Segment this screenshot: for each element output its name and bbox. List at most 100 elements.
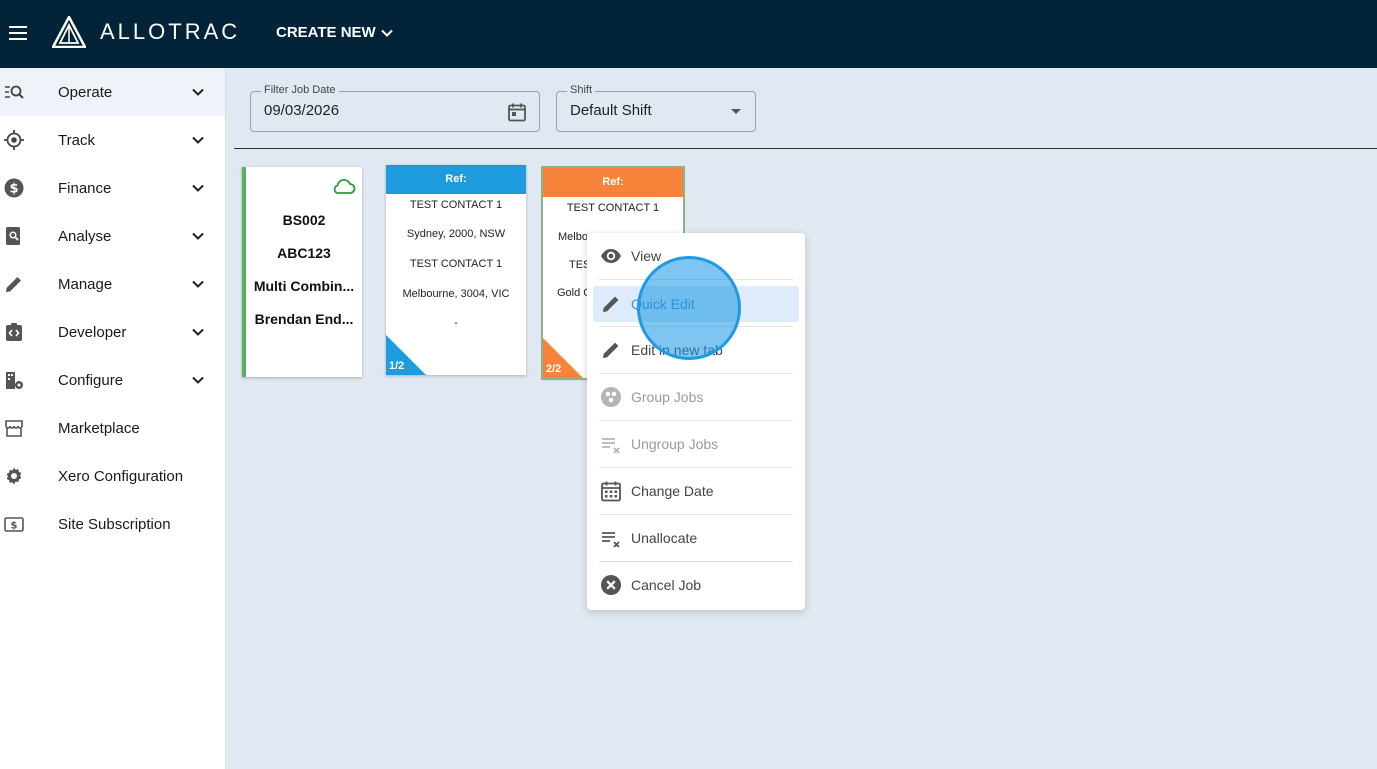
sidebar-item-xero-configuration[interactable]: Xero Configuration xyxy=(0,452,225,500)
sidebar-item-label: Analyse xyxy=(58,227,112,245)
filter-job-date-value[interactable]: 09/03/2026 xyxy=(264,102,339,119)
list-remove-icon xyxy=(600,527,622,549)
calendar-icon xyxy=(600,480,622,502)
location-target-icon xyxy=(4,130,24,150)
sidebar-item-marketplace[interactable]: Marketplace xyxy=(0,404,225,452)
job-card[interactable]: Ref: TEST CONTACT 1 Sydney, 2000, NSW TE… xyxy=(386,165,526,375)
sidebar-item-label: Marketplace xyxy=(58,419,140,437)
cancel-circle-icon xyxy=(600,574,622,596)
sidebar-item-label: Operate xyxy=(58,83,113,101)
filter-job-date-field[interactable]: Filter Job Date 09/03/2026 xyxy=(250,84,540,132)
menu-item-change-date[interactable]: Change Date xyxy=(593,473,799,509)
job-extra: - xyxy=(454,317,458,329)
eye-icon xyxy=(600,245,622,267)
job-context-menu: View Quick Edit Edit in new tab Group Jo… xyxy=(587,233,805,610)
vehicle-card[interactable]: BS002 ABC123 Multi Combin... Brendan End… xyxy=(242,167,362,377)
calendar-icon[interactable] xyxy=(507,102,527,122)
menu-separator xyxy=(599,514,793,515)
dollar-bill-icon: $ xyxy=(4,514,24,534)
group-circles-icon xyxy=(600,386,622,408)
menu-item-edit-in-new-tab[interactable]: Edit in new tab xyxy=(593,332,799,368)
shift-value[interactable]: Default Shift xyxy=(570,102,652,119)
building-gear-icon xyxy=(4,370,24,390)
sidebar-item-manage[interactable]: Manage xyxy=(0,260,225,308)
menu-separator xyxy=(599,279,793,280)
allotrac-logo[interactable]: ALLOTRAC xyxy=(52,16,240,48)
storefront-icon xyxy=(4,418,24,438)
sidebar-item-label: Track xyxy=(58,131,95,149)
top-app-bar: ALLOTRAC CREATE NEW xyxy=(0,0,1377,68)
menu-item-ungroup-jobs[interactable]: Ungroup Jobs xyxy=(593,426,799,462)
job-delivery-address: Melbourne, 3004, VIC xyxy=(402,288,510,300)
menu-item-unallocate[interactable]: Unallocate xyxy=(593,520,799,556)
shift-select[interactable]: Shift Default Shift xyxy=(556,84,756,132)
chevron-down-icon xyxy=(192,280,204,288)
svg-text:$: $ xyxy=(9,182,18,197)
sidebar-item-label: Finance xyxy=(58,179,112,197)
chevron-down-icon xyxy=(192,376,204,384)
menu-hamburger-icon[interactable] xyxy=(9,26,27,40)
pencil-icon xyxy=(600,293,622,315)
vehicle-code: BS002 xyxy=(282,212,326,228)
sidebar-item-label: Manage xyxy=(58,275,113,293)
vehicle-type: Multi Combin... xyxy=(253,278,355,294)
filter-divider xyxy=(234,148,1377,149)
sidebar-item-operate[interactable]: Operate xyxy=(0,68,225,116)
filter-job-date-label: Filter Job Date xyxy=(261,84,339,96)
list-remove-icon xyxy=(600,433,622,455)
create-new-label: CREATE NEW xyxy=(276,24,376,41)
job-position: 1/2 xyxy=(389,360,405,372)
menu-item-label: Quick Edit xyxy=(631,296,695,312)
sidebar-item-developer[interactable]: Developer xyxy=(0,308,225,356)
menu-item-label: Change Date xyxy=(631,483,714,499)
pencil-icon xyxy=(600,339,622,361)
job-delivery-contact: TEST CONTACT 1 xyxy=(409,258,503,270)
operate-search-list-icon xyxy=(4,82,24,102)
code-clipboard-icon xyxy=(4,322,24,342)
menu-item-group-jobs[interactable]: Group Jobs xyxy=(593,379,799,415)
sidebar-item-track[interactable]: Track xyxy=(0,116,225,164)
sidebar-item-analyse[interactable]: Analyse xyxy=(0,212,225,260)
menu-separator xyxy=(599,373,793,374)
menu-separator xyxy=(599,420,793,421)
cloud-icon xyxy=(333,178,356,194)
chevron-down-icon xyxy=(192,184,204,192)
sidebar-item-label: Site Subscription xyxy=(58,515,171,533)
menu-item-label: Ungroup Jobs xyxy=(631,436,719,452)
job-pickup-address: Sydney, 2000, NSW xyxy=(406,228,506,240)
menu-item-label: Group Jobs xyxy=(631,389,704,405)
allotrac-logo-icon xyxy=(52,16,86,48)
pencil-icon xyxy=(4,274,24,294)
sidebar-item-label: Developer xyxy=(58,323,127,341)
menu-separator xyxy=(599,467,793,468)
menu-item-view[interactable]: View xyxy=(593,238,799,274)
sidebar-item-configure[interactable]: Configure xyxy=(0,356,225,404)
dropdown-arrow-icon[interactable] xyxy=(731,109,741,114)
menu-item-label: Unallocate xyxy=(631,530,698,546)
vehicle-driver: Brendan End... xyxy=(254,311,354,327)
job-pickup-contact: TEST CONTACT 1 xyxy=(409,199,503,211)
chevron-down-icon xyxy=(192,88,204,96)
job-ref: Ref: xyxy=(543,168,683,197)
create-new-button[interactable]: CREATE NEW xyxy=(276,24,394,41)
menu-item-quick-edit[interactable]: Quick Edit xyxy=(593,286,799,322)
chevron-down-icon xyxy=(192,136,204,144)
sidebar-item-finance[interactable]: $ Finance xyxy=(0,164,225,212)
job-pickup-contact: TEST CONTACT 1 xyxy=(566,202,660,214)
menu-item-label: View xyxy=(631,248,662,264)
chevron-down-icon xyxy=(192,232,204,240)
svg-text:$: $ xyxy=(11,521,18,532)
job-position: 2/2 xyxy=(546,363,562,375)
chevron-down-icon xyxy=(381,29,393,37)
dollar-circle-icon: $ xyxy=(4,178,24,198)
sidebar-nav: Operate Track $ Finance Analyse Manage D… xyxy=(0,68,226,769)
menu-item-cancel-job[interactable]: Cancel Job xyxy=(593,567,799,603)
sidebar-item-site-subscription[interactable]: $ Site Subscription xyxy=(0,500,225,548)
sidebar-item-label: Configure xyxy=(58,371,124,389)
brand-name: ALLOTRAC xyxy=(100,19,241,44)
report-search-icon xyxy=(4,226,24,246)
job-ref: Ref: xyxy=(386,165,526,194)
shift-label: Shift xyxy=(567,84,596,96)
menu-item-label: Edit in new tab xyxy=(631,342,723,358)
menu-item-label: Cancel Job xyxy=(631,577,702,593)
